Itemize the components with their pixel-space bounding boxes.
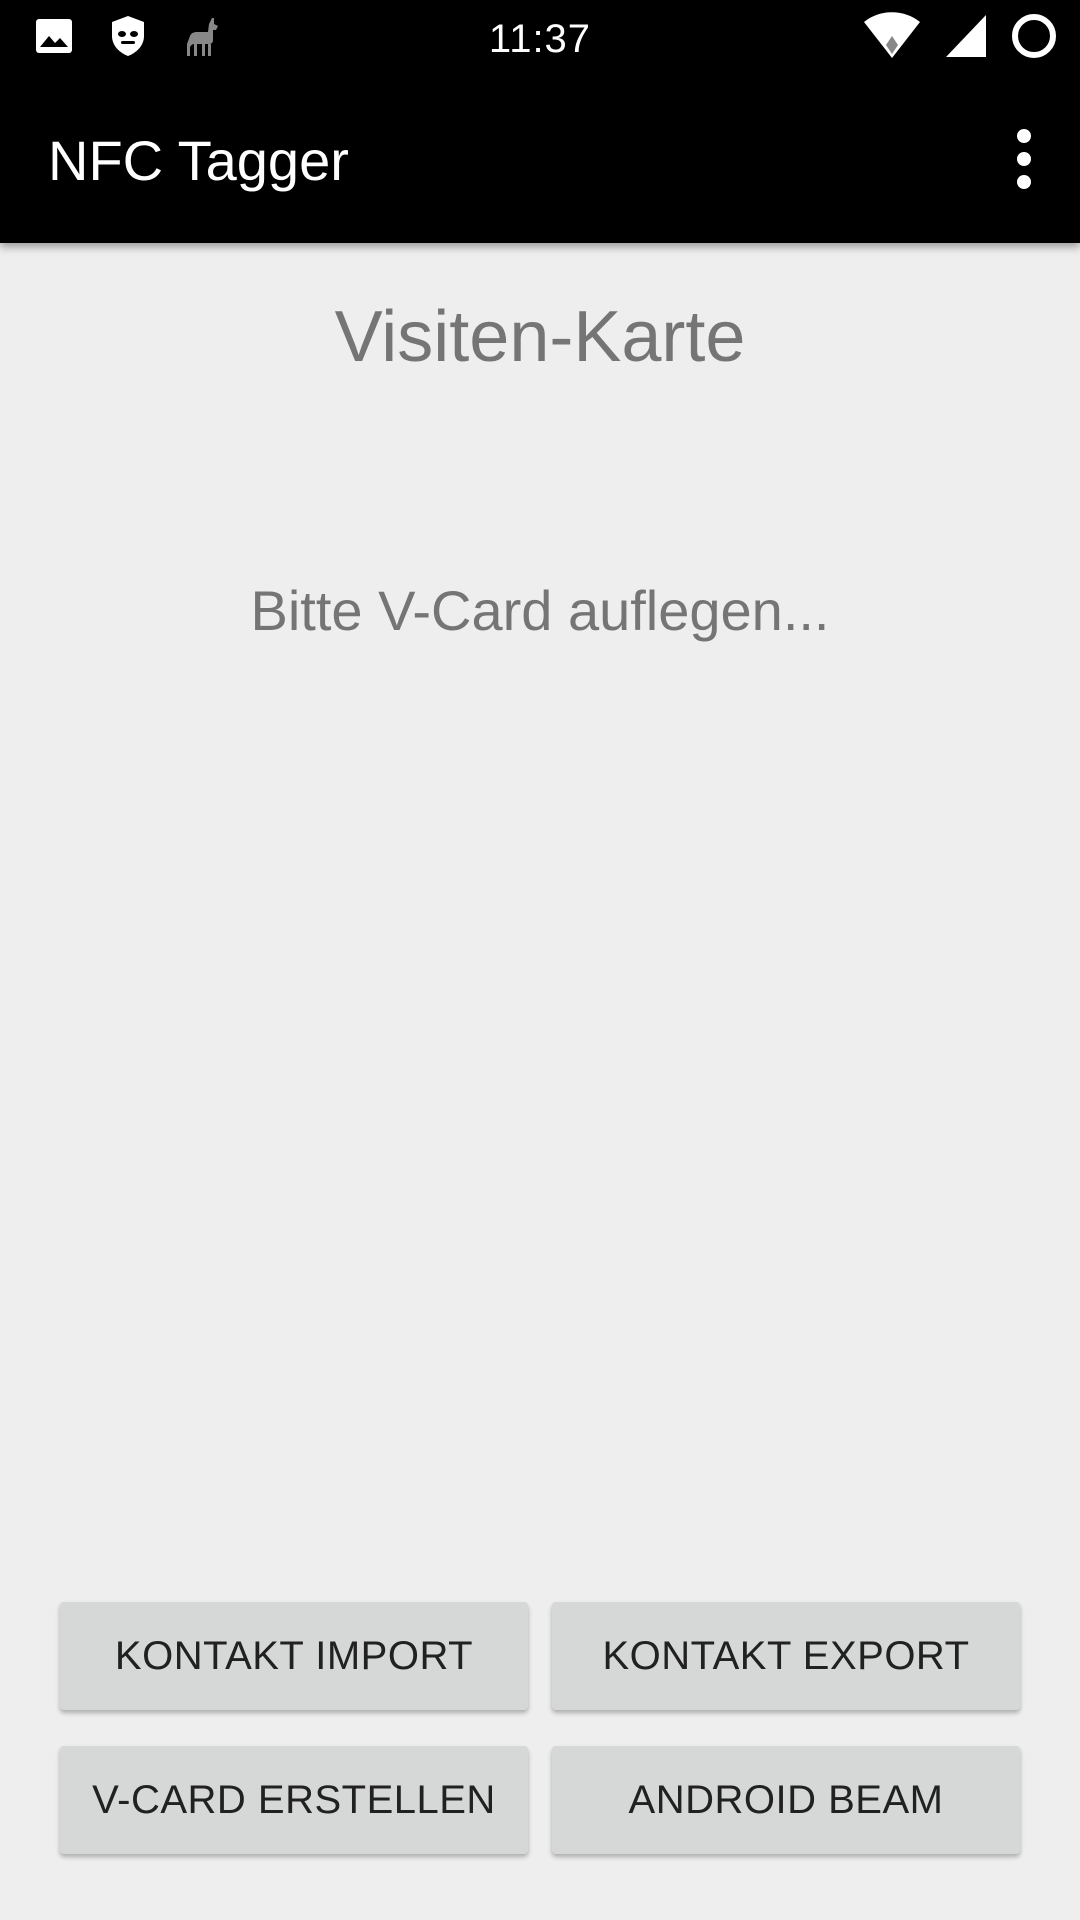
android-beam-button[interactable]: ANDROID BEAM bbox=[552, 1746, 1020, 1854]
page-title: Visiten-Karte bbox=[334, 297, 746, 377]
app-bar: NFC Tagger bbox=[0, 75, 1080, 243]
system-status-icons bbox=[862, 12, 1058, 65]
vcard-create-button[interactable]: V-CARD ERSTELLEN bbox=[60, 1746, 528, 1854]
wifi-icon bbox=[862, 12, 922, 65]
overflow-dot bbox=[1017, 152, 1031, 166]
cell-signal-icon bbox=[944, 13, 988, 64]
overflow-dot bbox=[1017, 129, 1031, 143]
overflow-dot bbox=[1017, 175, 1031, 189]
app-title: NFC Tagger bbox=[48, 129, 349, 192]
more-vert-icon[interactable] bbox=[988, 119, 1060, 199]
battery-ring-icon bbox=[1010, 12, 1058, 65]
contact-export-button[interactable]: KONTAKT EXPORT bbox=[552, 1602, 1020, 1710]
contact-import-button[interactable]: KONTAKT IMPORT bbox=[60, 1602, 528, 1710]
status-prompt: Bitte V-Card auflegen... bbox=[250, 579, 830, 642]
status-bar: 11:37 bbox=[0, 0, 1080, 75]
